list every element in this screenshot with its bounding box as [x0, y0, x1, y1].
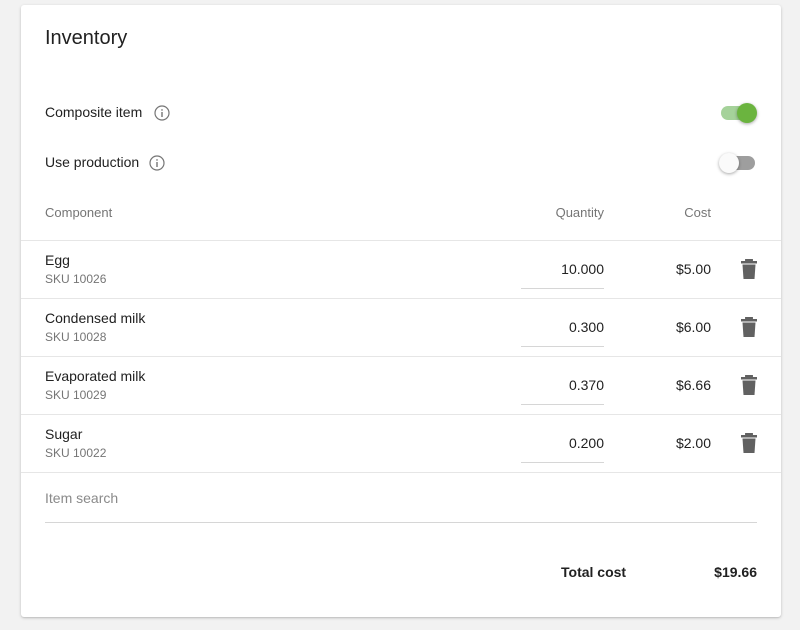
setting-composite-item: Composite item [45, 101, 757, 125]
column-header-cost: Cost [684, 205, 711, 220]
use-production-toggle[interactable] [719, 153, 757, 173]
use-production-label: Use production [45, 154, 140, 170]
component-cost: $6.66 [675, 377, 711, 393]
table-row: Evaporated milk SKU 10029 0.370 $6.66 [21, 356, 781, 415]
total-cost-label: Total cost [561, 564, 627, 580]
setting-use-production: Use production [45, 151, 757, 175]
page-title: Inventory [45, 27, 128, 49]
trash-icon[interactable] [739, 316, 759, 338]
quantity-input[interactable]: 0.370 [521, 373, 604, 405]
component-cost: $6.00 [675, 319, 711, 335]
component-cost: $5.00 [675, 261, 711, 277]
info-icon[interactable] [149, 155, 165, 171]
component-name: Egg [45, 252, 70, 268]
trash-icon[interactable] [739, 258, 759, 280]
inventory-card: Inventory Composite item Use production … [21, 5, 781, 617]
item-search-input[interactable] [45, 474, 757, 523]
table-row: Condensed milk SKU 10028 0.300 $6.00 [21, 298, 781, 357]
toggle-thumb [719, 153, 739, 173]
toggle-thumb [737, 103, 757, 123]
composite-item-label: Composite item [45, 104, 143, 120]
trash-icon[interactable] [739, 374, 759, 396]
table-row: Egg SKU 10026 10.000 $5.00 [21, 240, 781, 299]
component-sku: SKU 10026 [45, 272, 107, 286]
component-cost: $2.00 [675, 435, 711, 451]
component-name: Sugar [45, 426, 83, 442]
column-header-quantity: Quantity [555, 205, 604, 220]
component-sku: SKU 10022 [45, 446, 107, 460]
component-sku: SKU 10028 [45, 330, 107, 344]
column-header-component: Component [45, 205, 113, 220]
composite-item-toggle[interactable] [719, 103, 757, 123]
component-name: Condensed milk [45, 310, 146, 326]
quantity-input[interactable]: 10.000 [521, 257, 604, 289]
trash-icon[interactable] [739, 432, 759, 454]
component-sku: SKU 10029 [45, 388, 107, 402]
quantity-input[interactable]: 0.200 [521, 431, 604, 463]
table-row: Sugar SKU 10022 0.200 $2.00 [21, 414, 781, 473]
info-icon[interactable] [154, 105, 170, 121]
item-search-row [21, 472, 781, 523]
component-name: Evaporated milk [45, 368, 146, 384]
total-cost-value: $19.66 [714, 564, 757, 580]
quantity-input[interactable]: 0.300 [521, 315, 604, 347]
